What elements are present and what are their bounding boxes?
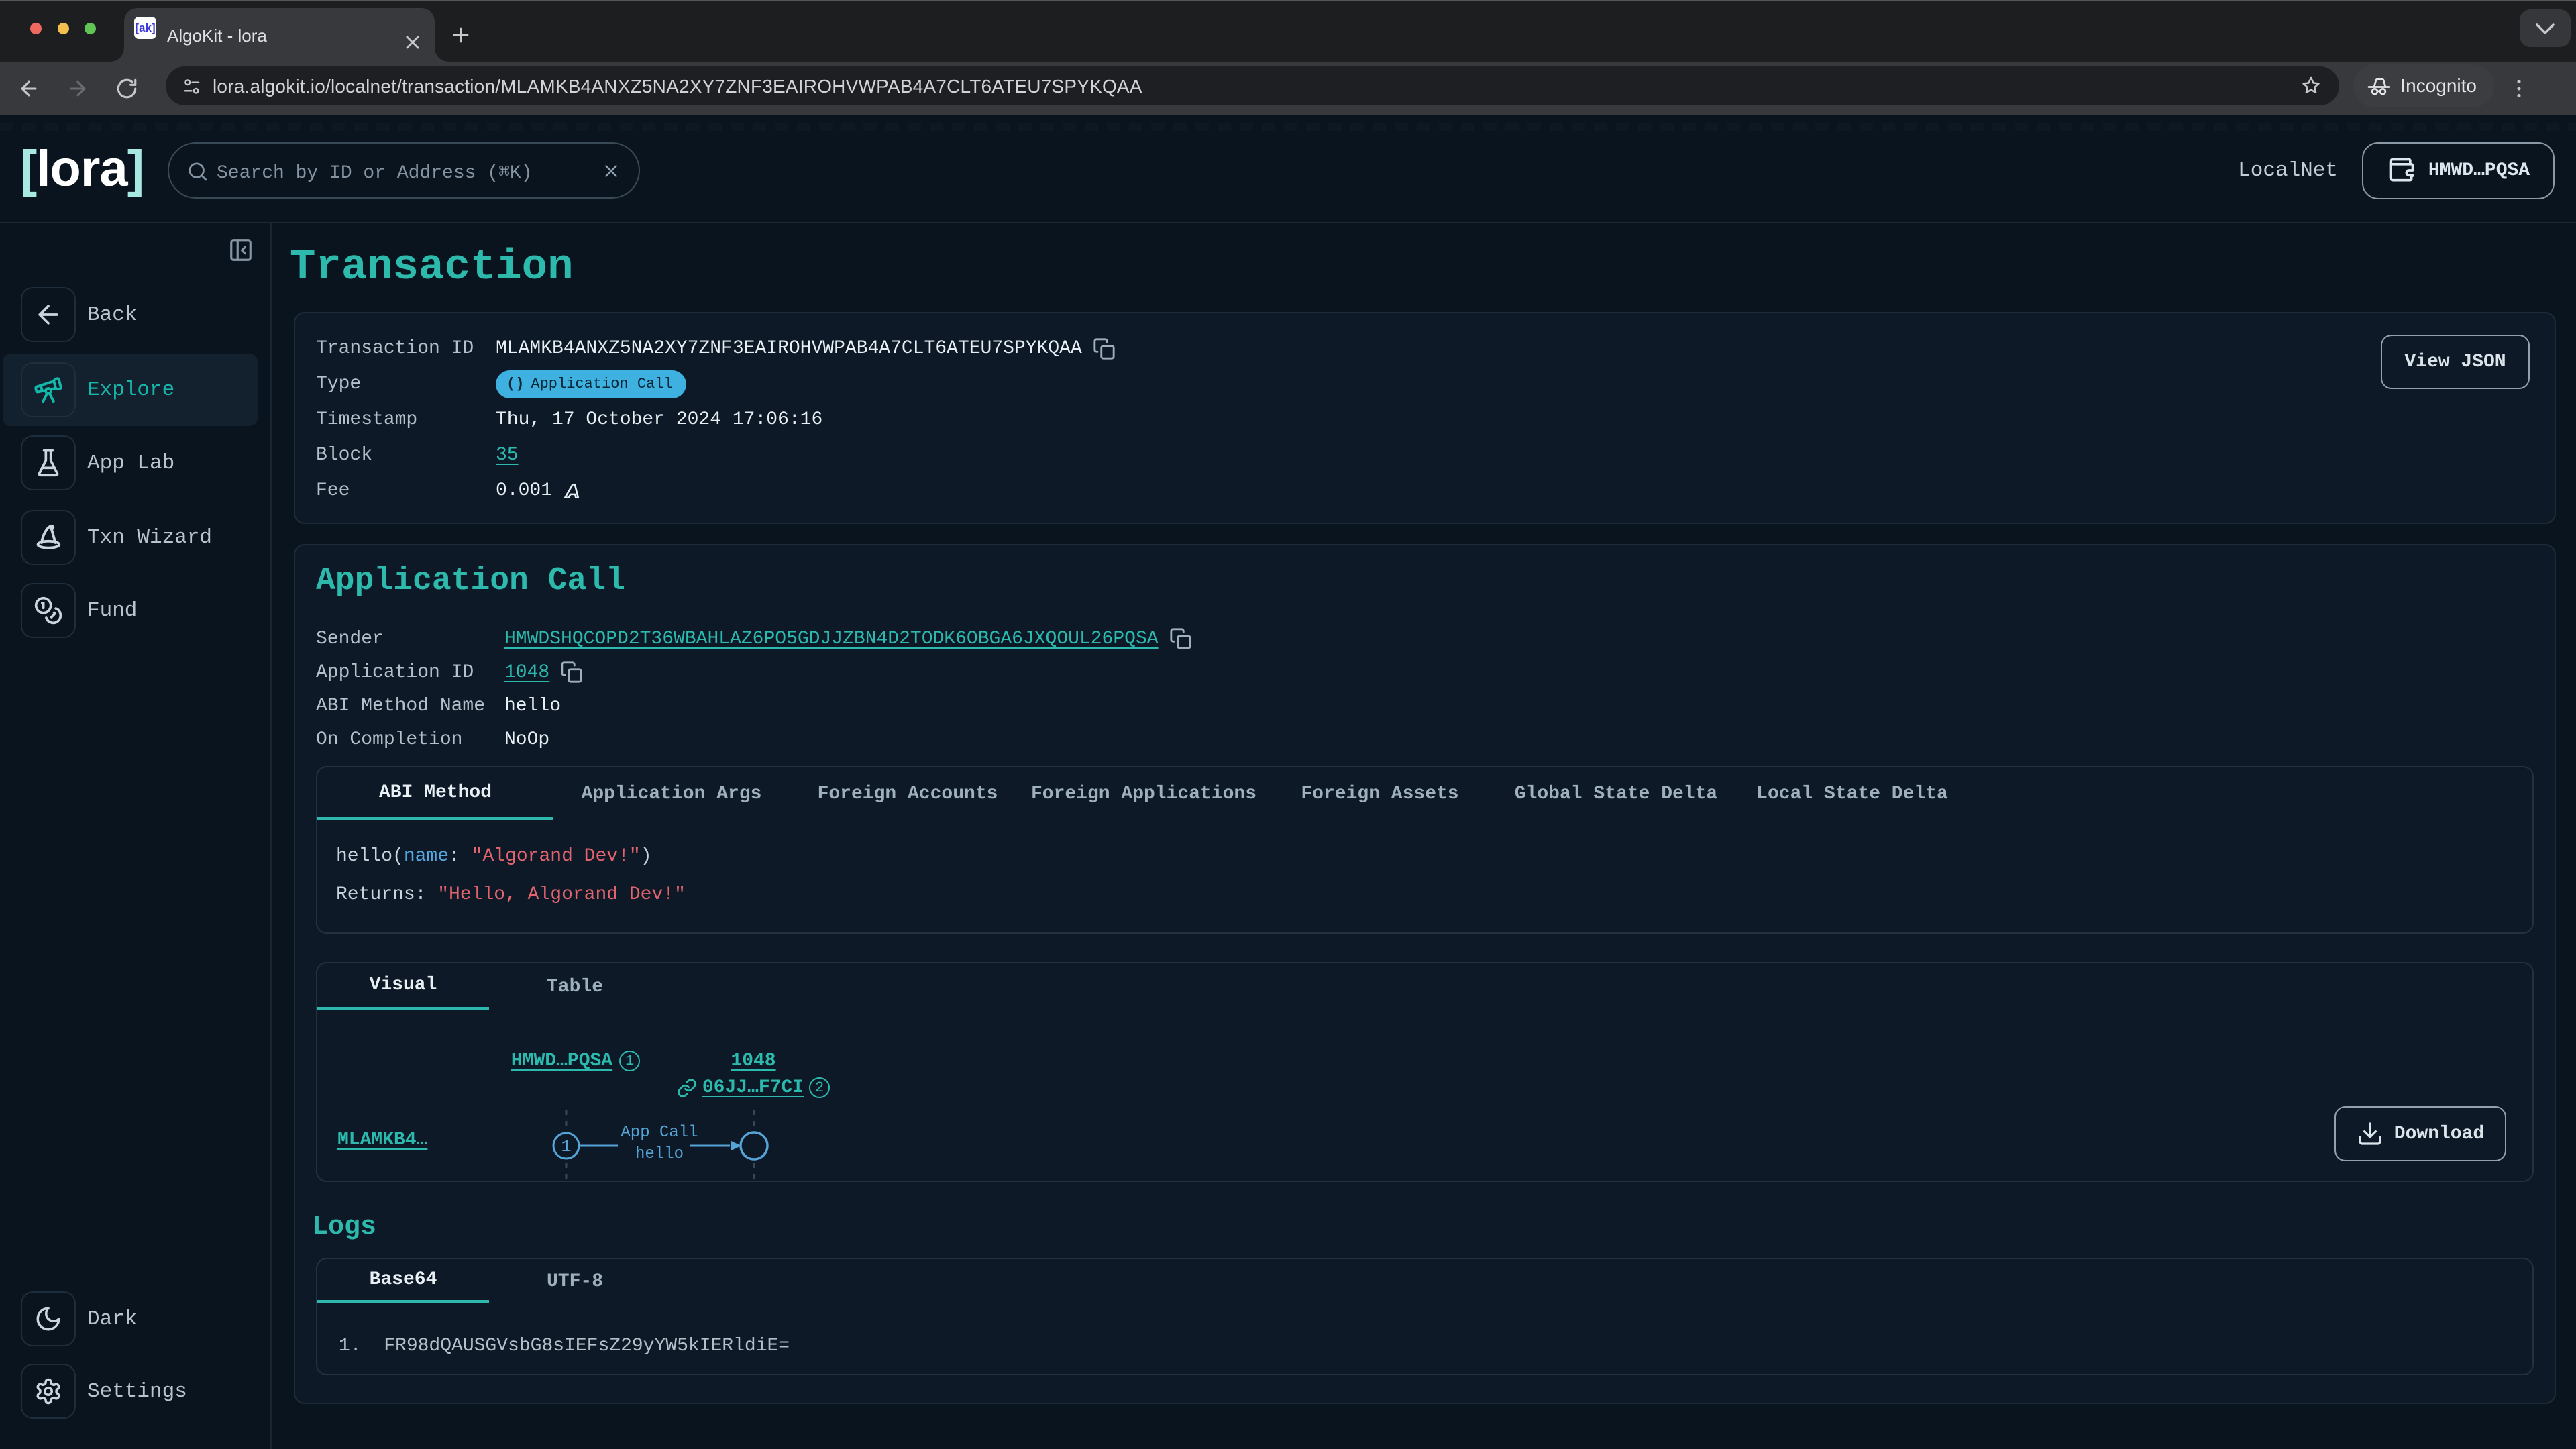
svg-text:1: 1	[561, 1137, 571, 1157]
